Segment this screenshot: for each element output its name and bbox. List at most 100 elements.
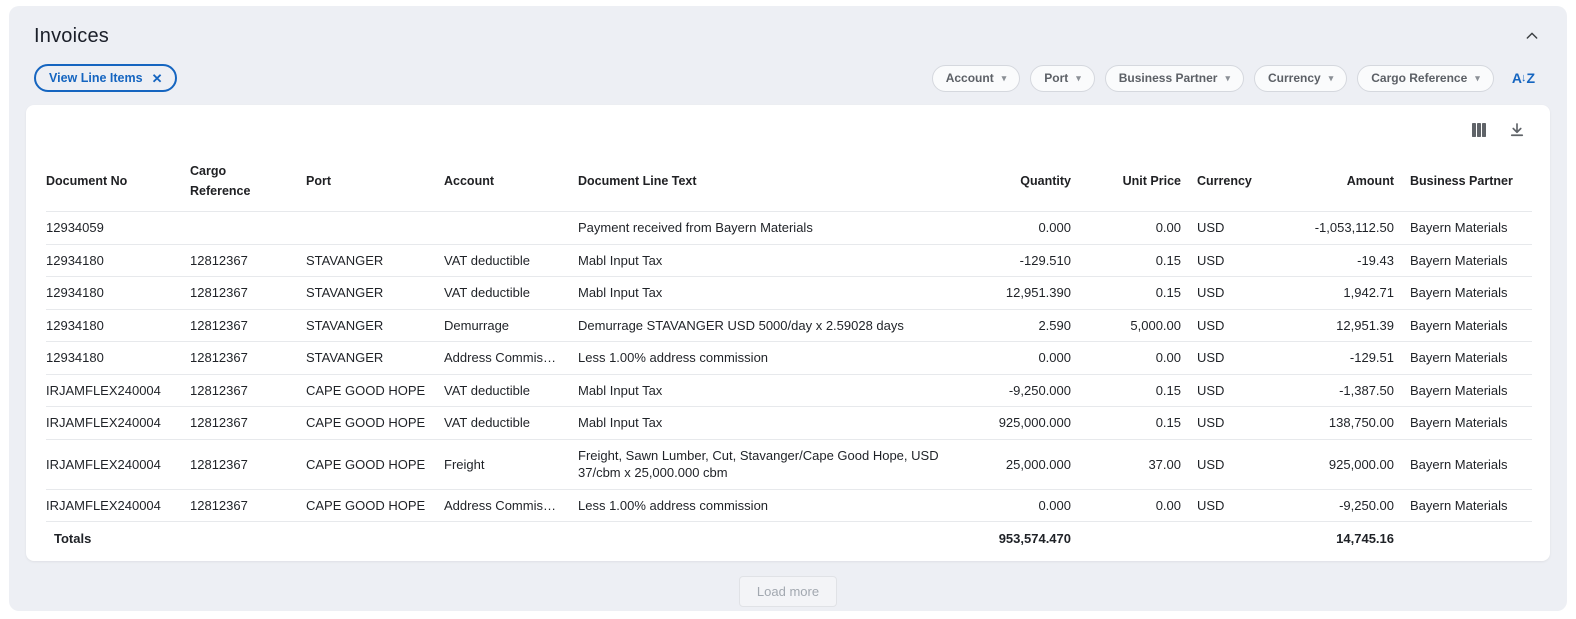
table-cell: 37.00	[1079, 439, 1189, 489]
table-row[interactable]: 12934059Payment received from Bayern Mat…	[46, 212, 1532, 245]
filter-currency[interactable]: Currency▾	[1254, 65, 1347, 92]
table-row[interactable]: IRJAMFLEX24000412812367CAPE GOOD HOPEFre…	[46, 439, 1532, 489]
view-line-items-chip[interactable]: View Line Items ✕	[34, 64, 177, 92]
table-cell: Less 1.00% address commission	[570, 489, 974, 522]
table-cell: -129.510	[974, 244, 1079, 277]
table-cell: VAT deductible	[436, 277, 570, 310]
column-header: Port	[298, 151, 436, 212]
table-cell: 0.15	[1079, 407, 1189, 440]
filter-label: Cargo Reference	[1371, 71, 1467, 85]
chevron-down-icon: ▾	[1475, 74, 1480, 83]
table-row[interactable]: 1293418012812367STAVANGERVAT deductibleM…	[46, 277, 1532, 310]
table-cell: Demurrage	[436, 309, 570, 342]
filter-label: Port	[1044, 71, 1068, 85]
filter-label: Business Partner	[1119, 71, 1218, 85]
table-cell: Bayern Materials	[1402, 489, 1532, 522]
table-cell: Address Commis…	[436, 342, 570, 375]
column-header: Business Partner	[1402, 151, 1532, 212]
table-cell: 12812367	[182, 277, 298, 310]
table-cell: 12,951.390	[974, 277, 1079, 310]
table-cell	[298, 212, 436, 245]
table-cell: 925,000.00	[1277, 439, 1402, 489]
table-row[interactable]: 1293418012812367STAVANGERVAT deductibleM…	[46, 244, 1532, 277]
table-cell: 0.00	[1079, 342, 1189, 375]
table-cell: Bayern Materials	[1402, 212, 1532, 245]
totals-cell	[298, 522, 436, 556]
chevron-down-icon: ▾	[1329, 74, 1334, 83]
table-cell	[436, 212, 570, 245]
load-more-wrap: Load more	[18, 576, 1558, 607]
table-row[interactable]: IRJAMFLEX24000412812367CAPE GOOD HOPEAdd…	[46, 489, 1532, 522]
table-cell: 12934180	[46, 277, 182, 310]
filter-label: Account	[946, 71, 994, 85]
table-cell: Less 1.00% address commission	[570, 342, 974, 375]
filter-chips: Account▾Port▾Business Partner▾Currency▾C…	[932, 65, 1494, 92]
invoices-table-card: Document NoCargo ReferencePortAccountDoc…	[26, 105, 1550, 561]
table-row[interactable]: IRJAMFLEX24000412812367CAPE GOOD HOPEVAT…	[46, 374, 1532, 407]
column-header: Unit Price	[1079, 151, 1189, 212]
manage-columns-button[interactable]	[1470, 121, 1488, 139]
table-cell: 0.000	[974, 342, 1079, 375]
table-cell: Bayern Materials	[1402, 244, 1532, 277]
table-cell: 138,750.00	[1277, 407, 1402, 440]
toolbar: View Line Items ✕ Account ▾ Port ▾ Business …	[18, 63, 1558, 93]
chevron-down-icon: ▾	[1076, 74, 1081, 83]
table-cell	[182, 212, 298, 245]
table-cell: STAVANGER	[298, 309, 436, 342]
table-cell: Bayern Materials	[1402, 277, 1532, 310]
table-cell: CAPE GOOD HOPE	[298, 489, 436, 522]
filter-business-partner[interactable]: Business Partner▾	[1105, 65, 1244, 92]
table-cell: -9,250.000	[974, 374, 1079, 407]
table-row[interactable]: 1293418012812367STAVANGERAddress Commis……	[46, 342, 1532, 375]
table-cell: VAT deductible	[436, 407, 570, 440]
table-cell: -1,053,112.50	[1277, 212, 1402, 245]
page-title: Invoices	[34, 25, 109, 48]
table-cell: 0.00	[1079, 489, 1189, 522]
table-cell: -19.43	[1277, 244, 1402, 277]
table-row[interactable]: IRJAMFLEX24000412812367CAPE GOOD HOPEVAT…	[46, 407, 1532, 440]
filter-account[interactable]: Account ▾	[932, 65, 1021, 92]
column-header: Document No	[46, 151, 182, 212]
close-icon[interactable]: ✕	[152, 72, 163, 85]
chevron-down-icon: ▾	[1002, 74, 1007, 83]
view-line-items-label: View Line Items	[49, 71, 143, 85]
table-row[interactable]: 1293418012812367STAVANGERDemurrageDemurr…	[46, 309, 1532, 342]
totals-label: Totals	[46, 522, 182, 556]
table-cell: USD	[1189, 309, 1277, 342]
totals-amount: 14,745.16	[1277, 522, 1402, 556]
table-cell: VAT deductible	[436, 374, 570, 407]
sort-az-icon[interactable]: A↓Z	[1512, 70, 1534, 86]
table-cell: 12812367	[182, 407, 298, 440]
table-cell: -9,250.00	[1277, 489, 1402, 522]
filter-port[interactable]: Port ▾	[1030, 65, 1095, 92]
filter-cargo-reference[interactable]: Cargo Reference ▾	[1357, 65, 1494, 92]
download-icon	[1508, 121, 1526, 139]
table-cell: -1,387.50	[1277, 374, 1402, 407]
table-cell: USD	[1189, 277, 1277, 310]
table-cell: Mabl Input Tax	[570, 244, 974, 277]
table-cell: Mabl Input Tax	[570, 407, 974, 440]
table-body: 12934059Payment received from Bayern Mat…	[46, 212, 1532, 522]
app-frame: Invoices View Line Items ✕ Account ▾ Port ▾…	[0, 0, 1576, 619]
table-cell: Bayern Materials	[1402, 374, 1532, 407]
table-cell: Bayern Materials	[1402, 309, 1532, 342]
table-cell: 1,942.71	[1277, 277, 1402, 310]
table-cell: STAVANGER	[298, 277, 436, 310]
invoices-table: Document NoCargo ReferencePortAccountDoc…	[46, 151, 1532, 555]
collapse-panel-button[interactable]	[1524, 28, 1540, 44]
load-more-button[interactable]: Load more	[739, 576, 837, 607]
table-cell: USD	[1189, 407, 1277, 440]
card-toolbar	[46, 117, 1530, 143]
table-cell: 12934180	[46, 244, 182, 277]
table-cell: IRJAMFLEX240004	[46, 489, 182, 522]
table-cell: Freight	[436, 439, 570, 489]
totals-cell	[570, 522, 974, 556]
table-cell: 0.000	[974, 212, 1079, 245]
table-cell: 925,000.000	[974, 407, 1079, 440]
table-cell: 12,951.39	[1277, 309, 1402, 342]
totals-cell	[182, 522, 298, 556]
table-cell: IRJAMFLEX240004	[46, 407, 182, 440]
totals-cell	[1402, 522, 1532, 556]
download-button[interactable]	[1508, 121, 1526, 139]
table-cell: USD	[1189, 342, 1277, 375]
